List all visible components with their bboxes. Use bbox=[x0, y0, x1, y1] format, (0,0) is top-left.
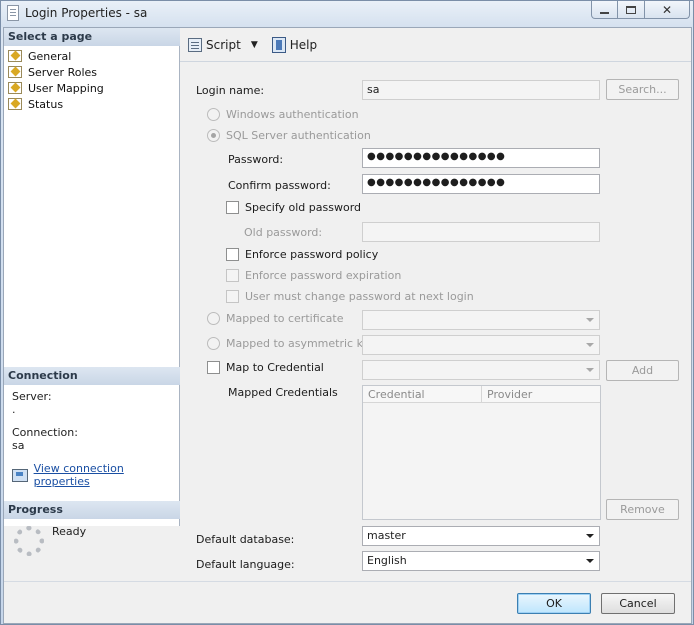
enforce-expiration-label: Enforce password expiration bbox=[245, 269, 402, 282]
script-label: Script bbox=[206, 37, 241, 52]
default-database-label: Default database: bbox=[196, 533, 295, 546]
grid-column-credential[interactable]: Credential bbox=[363, 386, 482, 402]
window-title: Login Properties - sa bbox=[25, 6, 148, 20]
chevron-down-icon bbox=[586, 318, 594, 322]
minimize-icon bbox=[600, 11, 609, 14]
script-icon bbox=[188, 37, 202, 52]
specify-old-password-checkbox[interactable] bbox=[226, 201, 239, 214]
login-name-label: Login name: bbox=[196, 84, 265, 97]
connection-properties-icon bbox=[12, 468, 28, 482]
help-label: Help bbox=[289, 37, 318, 52]
confirm-password-label: Confirm password: bbox=[228, 179, 331, 192]
progress-status: Ready bbox=[52, 525, 87, 538]
credential-select[interactable] bbox=[362, 360, 600, 380]
page-icon bbox=[8, 98, 22, 110]
search-button[interactable]: Search... bbox=[606, 79, 679, 100]
default-language-select[interactable]: English bbox=[362, 551, 600, 571]
connection-header: Connection bbox=[4, 367, 180, 385]
asym-key-select[interactable] bbox=[362, 335, 600, 355]
password-label: Password: bbox=[228, 153, 284, 166]
connection-label: Connection: bbox=[12, 426, 78, 439]
mapped-credentials-grid[interactable]: Credential Provider bbox=[362, 385, 601, 520]
document-icon bbox=[7, 5, 19, 21]
script-button[interactable]: Script ▼ bbox=[188, 37, 258, 52]
page-item-label: Server Roles bbox=[28, 65, 98, 79]
chevron-down-icon[interactable]: ▼ bbox=[251, 40, 258, 50]
connection-value: sa bbox=[12, 439, 25, 452]
specify-old-password-label: Specify old password bbox=[245, 201, 362, 214]
mapped-certificate-radio[interactable] bbox=[207, 312, 220, 325]
progress-header: Progress bbox=[4, 501, 180, 519]
grid-column-provider[interactable]: Provider bbox=[482, 386, 600, 402]
page-icon bbox=[8, 82, 22, 94]
old-password-input[interactable] bbox=[362, 222, 600, 242]
chevron-down-icon bbox=[586, 534, 594, 538]
sql-auth-radio[interactable] bbox=[207, 129, 220, 142]
progress-spinner-icon bbox=[14, 526, 44, 556]
minimize-button[interactable] bbox=[591, 1, 618, 19]
help-icon bbox=[271, 36, 286, 53]
password-input[interactable]: ●●●●●●●●●●●●●●● bbox=[362, 148, 600, 168]
page-icon bbox=[8, 50, 22, 62]
maximize-icon bbox=[626, 5, 636, 14]
map-credential-checkbox[interactable] bbox=[207, 361, 220, 374]
mapped-credentials-label: Mapped Credentials bbox=[228, 386, 338, 399]
mapped-asym-key-radio[interactable] bbox=[207, 337, 220, 350]
default-database-value: master bbox=[367, 529, 406, 542]
cancel-button[interactable]: Cancel bbox=[601, 593, 675, 614]
page-item-label: Status bbox=[28, 97, 64, 111]
certificate-select[interactable] bbox=[362, 310, 600, 330]
left-pane: Select a page General Server Roles User … bbox=[4, 28, 180, 556]
windows-auth-radio[interactable] bbox=[207, 108, 220, 121]
page-icon bbox=[8, 66, 22, 78]
page-item-label: User Mapping bbox=[28, 81, 104, 95]
help-button[interactable]: Help bbox=[271, 36, 318, 53]
close-icon: ✕ bbox=[661, 2, 673, 17]
grid-header: Credential Provider bbox=[363, 386, 600, 403]
page-item-user-mapping[interactable]: User Mapping bbox=[8, 80, 104, 96]
sql-auth-label: SQL Server authentication bbox=[226, 129, 371, 142]
windows-auth-label: Windows authentication bbox=[226, 108, 359, 121]
page-item-label: General bbox=[28, 49, 72, 63]
right-area: Script ▼ Help Login name: sa Search... W… bbox=[180, 28, 691, 581]
enforce-policy-checkbox[interactable] bbox=[226, 248, 239, 261]
map-credential-label: Map to Credential bbox=[226, 361, 324, 374]
page-list: General Server Roles User Mapping Status bbox=[8, 48, 104, 112]
ok-button[interactable]: OK bbox=[517, 593, 591, 614]
dialog-footer: OK Cancel bbox=[4, 581, 691, 623]
dialog-client: Select a page General Server Roles User … bbox=[3, 27, 692, 624]
mapped-asym-key-label: Mapped to asymmetric key bbox=[226, 337, 376, 350]
confirm-password-input[interactable]: ●●●●●●●●●●●●●●● bbox=[362, 174, 600, 194]
title-bar[interactable]: Login Properties - sa ✕ bbox=[1, 1, 693, 27]
toolbar: Script ▼ Help bbox=[180, 28, 691, 62]
page-item-status[interactable]: Status bbox=[8, 96, 104, 112]
chevron-down-icon bbox=[586, 343, 594, 347]
server-label: Server: bbox=[12, 390, 52, 403]
remove-button[interactable]: Remove bbox=[606, 499, 679, 520]
connection-info: Server: . Connection: sa View connection… bbox=[12, 390, 179, 488]
login-properties-window: Login Properties - sa ✕ Select a page Ge… bbox=[0, 0, 694, 625]
default-language-value: English bbox=[367, 554, 407, 567]
close-button[interactable]: ✕ bbox=[644, 1, 690, 19]
mapped-certificate-label: Mapped to certificate bbox=[226, 312, 344, 325]
enforce-policy-label: Enforce password policy bbox=[245, 248, 379, 261]
add-button[interactable]: Add bbox=[606, 360, 679, 381]
old-password-label: Old password: bbox=[244, 226, 323, 239]
page-item-general[interactable]: General bbox=[8, 48, 104, 64]
login-name-input[interactable]: sa bbox=[362, 80, 600, 100]
default-database-select[interactable]: master bbox=[362, 526, 600, 546]
view-connection-properties-link[interactable]: View connection properties bbox=[12, 462, 179, 488]
must-change-checkbox[interactable] bbox=[226, 290, 239, 303]
default-language-label: Default language: bbox=[196, 558, 295, 571]
page-item-server-roles[interactable]: Server Roles bbox=[8, 64, 104, 80]
chevron-down-icon bbox=[586, 559, 594, 563]
server-value: . bbox=[12, 403, 16, 416]
enforce-expiration-checkbox[interactable] bbox=[226, 269, 239, 282]
chevron-down-icon bbox=[586, 368, 594, 372]
select-page-header: Select a page bbox=[4, 28, 180, 46]
must-change-label: User must change password at next login bbox=[245, 290, 474, 303]
view-connection-properties-text[interactable]: View connection properties bbox=[34, 462, 179, 488]
maximize-button[interactable] bbox=[617, 1, 645, 19]
